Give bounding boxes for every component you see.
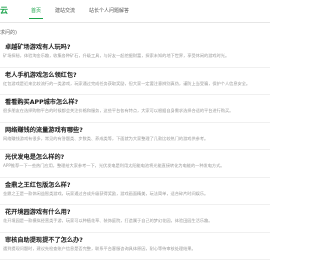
item-description: 红包游戏是近来比较流行的一类游戏，玩家通过完成任务获取奖励，但大家一定要注意辨别… xyxy=(3,80,251,86)
top-navigation-bar: 云 首页 建站交流 站长个人问题解答 xyxy=(0,0,270,23)
item-title[interactable]: 花开境园游戏有什么用? xyxy=(5,207,70,216)
item-description: 很多朋友在选择购物平台的时候都会关注价格和服务，这些平台各有特点，大家可以根据自… xyxy=(3,108,234,113)
section-title: 求问的) xyxy=(0,30,17,36)
item-title[interactable]: 审核自助提现提不了怎么办? xyxy=(5,235,83,244)
item-description: 网络赚钱游戏有很多，常见的有答题类、步数类、养成类等，下面就为大家整理了几款比较… xyxy=(3,135,209,141)
list-item[interactable]: 看看购买APP城市怎么样? 很多朋友在选择购物平台的时候都会关注价格和服务，这些… xyxy=(0,95,270,123)
article-list: 卓越矿场游戏有人玩吗? 矿场探秘，体验淘金乐趣，收集各种矿石，升级工具，与好友一… xyxy=(0,40,270,260)
item-title[interactable]: 老人手机游戏怎么领红包? xyxy=(5,70,77,79)
item-description: APP推荐一下一些热门应用，整理给大家参考一下，光伏发电是利用太阳能电池将光能直… xyxy=(3,163,225,168)
nav-personal-qa[interactable]: 站长个人问题解答 xyxy=(82,0,136,22)
item-title[interactable]: 金鼎之王红包版怎么样? xyxy=(5,180,70,189)
site-logo[interactable]: 云 xyxy=(0,5,8,16)
list-item[interactable]: 老人手机游戏怎么领红包? 红包游戏是近来比较流行的一类游戏，玩家通过完成任务获取… xyxy=(0,68,270,95)
item-description: 矿场探秘，体验淘金乐趣，收集各种矿石，升级工具，与好友一起挖掘财富，探索未知的地… xyxy=(3,53,230,58)
list-item[interactable]: 卓越矿场游戏有人玩吗? 矿场探秘，体验淘金乐趣，收集各种矿石，升级工具，与好友一… xyxy=(0,40,270,68)
nav-site-exchange[interactable]: 建站交流 xyxy=(48,0,82,22)
list-item[interactable]: 花开境园游戏有什么用? 花开境园是一款模拟经营类手游，玩家可以种植花草、装饰庭院… xyxy=(0,205,270,233)
list-item[interactable]: 网络赚钱的流量游戏有哪些? 网络赚钱游戏有很多，常见的有答题类、步数类、养成类等… xyxy=(0,123,270,150)
item-description: 花开境园是一款模拟经营类手游，玩家可以种植花草、装饰庭院，打造属于自己的梦幻花园… xyxy=(3,218,213,223)
item-description: 金鼎之王是一款休闲益智类游戏，玩家通过合成升级获得奖励，游戏画面精美，玩法简单，… xyxy=(3,190,209,196)
list-item[interactable]: 光伏发电是怎么样的? APP推荐一下一些热门应用，整理给大家参考一下，光伏发电是… xyxy=(0,150,270,178)
list-item[interactable]: 审核自助提现提不了怎么办? 遇到提现问题时，建议先检查账户信息是否完整，联系平台… xyxy=(0,233,270,260)
item-title[interactable]: 网络赚钱的流量游戏有哪些? xyxy=(5,125,83,134)
item-description: 遇到提现问题时，建议先检查账户信息是否完整，联系平台客服咨询具体原因，耐心等待审… xyxy=(3,245,196,251)
main-nav: 首页 建站交流 站长个人问题解答 xyxy=(24,0,136,22)
nav-home[interactable]: 首页 xyxy=(24,0,48,22)
item-title[interactable]: 卓越矿场游戏有人玩吗? xyxy=(5,42,70,51)
item-title[interactable]: 看看购买APP城市怎么样? xyxy=(5,97,78,106)
item-title[interactable]: 光伏发电是怎么样的? xyxy=(5,152,64,161)
list-item[interactable]: 金鼎之王红包版怎么样? 金鼎之王是一款休闲益智类游戏，玩家通过合成升级获得奖励，… xyxy=(0,178,270,205)
